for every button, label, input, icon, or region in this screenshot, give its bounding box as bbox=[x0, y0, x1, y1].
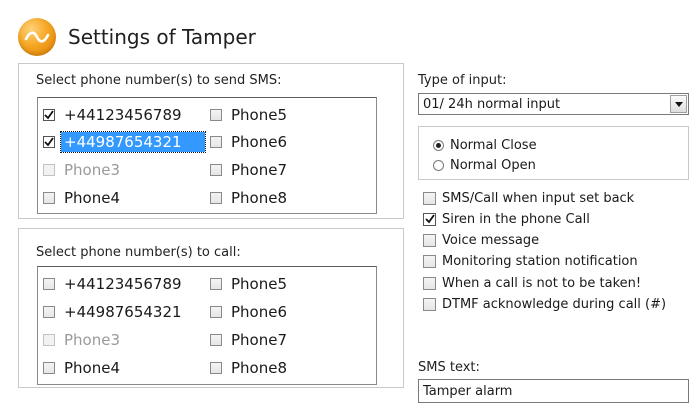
tamper-logo-icon bbox=[18, 18, 56, 56]
option-label: When a call is not to be taken! bbox=[442, 275, 642, 291]
option-call-not-taken[interactable]: When a call is not to be taken! bbox=[423, 274, 641, 292]
sms-phone-item[interactable]: +44123456789 bbox=[43, 104, 185, 126]
sms-section-label: Select phone number(s) to send SMS: bbox=[36, 73, 282, 88]
checkbox-checked-icon[interactable] bbox=[43, 109, 55, 121]
call-phone-item[interactable]: Phone5 bbox=[210, 273, 290, 295]
call-phone-label: Phone3 bbox=[64, 331, 121, 349]
checkbox-icon[interactable] bbox=[210, 136, 222, 148]
call-phone-item[interactable]: Phone7 bbox=[210, 329, 290, 351]
call-phone-item[interactable]: Phone6 bbox=[210, 301, 290, 323]
sms-phone-item[interactable]: Phone4 bbox=[43, 187, 123, 209]
call-phone-item[interactable]: +44987654321 bbox=[43, 301, 185, 323]
call-phone-item[interactable]: Phone8 bbox=[210, 357, 290, 379]
normal-open-radio[interactable]: Normal Open bbox=[433, 158, 536, 173]
sms-text-value: Tamper alarm bbox=[423, 384, 513, 399]
sms-phone-label: Phone8 bbox=[231, 189, 288, 207]
normal-close-radio[interactable]: Normal Close bbox=[433, 138, 537, 153]
option-label: DTMF acknowledge during call (#) bbox=[442, 296, 667, 312]
call-phone-label: Phone6 bbox=[231, 303, 288, 321]
checkbox-icon[interactable] bbox=[210, 362, 222, 374]
sms-phone-label: +44123456789 bbox=[64, 106, 182, 124]
input-type-label: Type of input: bbox=[418, 73, 507, 88]
checkbox-icon[interactable] bbox=[43, 362, 55, 374]
option-dtmf-acknowledge[interactable]: DTMF acknowledge during call (#) bbox=[423, 295, 666, 313]
sms-phone-label: +44987654321 bbox=[60, 131, 206, 153]
checkbox-icon bbox=[43, 334, 55, 346]
sms-phone-item[interactable]: Phone6 bbox=[210, 131, 290, 153]
call-phone-label: Phone7 bbox=[231, 331, 288, 349]
sms-phone-item-selected[interactable]: +44987654321 bbox=[43, 131, 206, 153]
input-type-value: 01/ 24h normal input bbox=[423, 97, 561, 112]
checkbox-icon[interactable] bbox=[423, 297, 436, 311]
checkbox-icon[interactable] bbox=[423, 191, 436, 205]
sms-phone-label: Phone7 bbox=[231, 161, 288, 179]
call-phone-label: +44123456789 bbox=[64, 275, 182, 293]
checkbox-icon[interactable] bbox=[423, 233, 436, 247]
radio-icon[interactable] bbox=[433, 160, 444, 171]
checkbox-icon[interactable] bbox=[423, 254, 436, 268]
checkbox-icon[interactable] bbox=[210, 278, 222, 290]
sms-phone-item[interactable]: Phone5 bbox=[210, 104, 290, 126]
option-sms-call-setback[interactable]: SMS/Call when input set back bbox=[423, 189, 634, 207]
option-siren-in-call[interactable]: Siren in the phone Call bbox=[423, 210, 590, 228]
checkbox-icon bbox=[43, 164, 55, 176]
sms-phone-item-disabled: Phone3 bbox=[43, 159, 123, 181]
option-label: Siren in the phone Call bbox=[442, 211, 590, 227]
option-label: SMS/Call when input set back bbox=[442, 190, 635, 206]
checkbox-icon[interactable] bbox=[423, 276, 436, 290]
normal-open-label: Normal Open bbox=[450, 158, 536, 173]
checkbox-icon[interactable] bbox=[210, 164, 222, 176]
sms-phone-label: Phone5 bbox=[231, 106, 288, 124]
normal-close-label: Normal Close bbox=[450, 138, 537, 153]
call-phone-label: Phone4 bbox=[64, 359, 121, 377]
sms-phone-label: Phone6 bbox=[231, 133, 288, 151]
sms-text-label: SMS text: bbox=[418, 360, 480, 375]
call-section-label: Select phone number(s) to call: bbox=[36, 245, 241, 260]
dropdown-arrow-icon[interactable] bbox=[670, 95, 687, 113]
call-phone-item-disabled: Phone3 bbox=[43, 329, 123, 351]
window-title: Settings of Tamper bbox=[68, 25, 256, 49]
sms-phone-item[interactable]: Phone7 bbox=[210, 159, 290, 181]
checkbox-icon[interactable] bbox=[43, 278, 55, 290]
call-phone-item[interactable]: Phone4 bbox=[43, 357, 123, 379]
option-label: Voice message bbox=[442, 232, 540, 248]
window-header: Settings of Tamper bbox=[18, 16, 256, 58]
input-type-select[interactable]: 01/ 24h normal input bbox=[418, 93, 689, 115]
sms-text-input[interactable]: Tamper alarm bbox=[418, 379, 689, 403]
checkbox-icon[interactable] bbox=[210, 334, 222, 346]
checkbox-icon[interactable] bbox=[210, 306, 222, 318]
call-phone-label: Phone8 bbox=[231, 359, 288, 377]
option-monitoring-station[interactable]: Monitoring station notification bbox=[423, 252, 638, 270]
sms-phone-item[interactable]: Phone8 bbox=[210, 187, 290, 209]
call-phone-label: +44987654321 bbox=[64, 303, 182, 321]
checkbox-icon[interactable] bbox=[43, 192, 55, 204]
checkbox-icon[interactable] bbox=[210, 109, 222, 121]
option-label: Monitoring station notification bbox=[442, 253, 638, 269]
checkbox-checked-icon[interactable] bbox=[423, 212, 436, 226]
checkbox-icon[interactable] bbox=[210, 192, 222, 204]
checkbox-icon[interactable] bbox=[43, 306, 55, 318]
sms-phone-label: Phone4 bbox=[64, 189, 121, 207]
call-phone-item[interactable]: +44123456789 bbox=[43, 273, 185, 295]
sms-phone-label: Phone3 bbox=[64, 161, 121, 179]
call-phone-label: Phone5 bbox=[231, 275, 288, 293]
option-voice-message[interactable]: Voice message bbox=[423, 231, 539, 249]
checkbox-checked-icon[interactable] bbox=[43, 136, 55, 148]
radio-selected-icon[interactable] bbox=[433, 140, 444, 151]
